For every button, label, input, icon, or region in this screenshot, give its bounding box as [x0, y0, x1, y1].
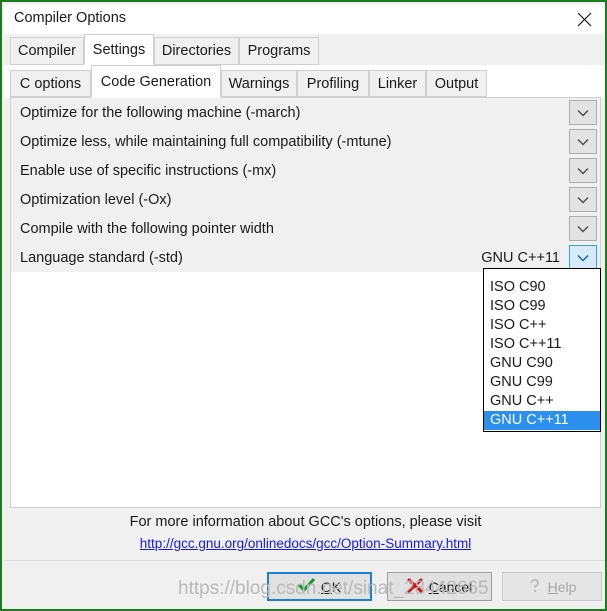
tab-label: Profiling [306, 75, 360, 92]
option-label: Optimize for the following machine (-mar… [20, 104, 301, 121]
dropdown-item[interactable]: GNU C++ [484, 392, 600, 411]
cancel-button[interactable]: Cancel [387, 572, 492, 601]
tab-programs[interactable]: Programs [239, 37, 319, 65]
tab-label: Directories [161, 43, 232, 59]
dropdown-item[interactable]: ISO C++ [484, 316, 600, 335]
option-row-mtune[interactable]: Optimize less, while maintaining full co… [11, 127, 600, 156]
outer-tab-strip: Compiler Settings Directories Programs [4, 34, 605, 65]
dropdown-item[interactable]: GNU C90 [484, 354, 600, 373]
window-title: Compiler Options [14, 10, 127, 26]
dialog-button-bar: OK Cancel Help [4, 560, 605, 609]
option-label: Compile with the following pointer width [20, 220, 274, 237]
tab-label: Compiler [18, 43, 77, 59]
tab-c-options[interactable]: C options [10, 70, 91, 97]
chevron-down-icon[interactable] [569, 187, 597, 212]
tab-label: Warnings [228, 75, 290, 92]
tab-settings[interactable]: Settings [84, 34, 154, 65]
tab-compiler[interactable]: Compiler [10, 37, 84, 65]
inner-tab-strip: C options Code Generation Warnings Profi… [4, 65, 605, 98]
dropdown-item-selected[interactable]: GNU C++11 [484, 411, 600, 430]
tab-label: Linker [377, 75, 418, 92]
tab-directories[interactable]: Directories [154, 37, 239, 65]
option-label: Enable use of specific instructions (-mx… [20, 162, 277, 179]
tab-label: Programs [247, 43, 311, 59]
gcc-options-link[interactable]: http://gcc.gnu.org/onlinedocs/gcc/Option… [2, 536, 605, 551]
option-row-optimization-level[interactable]: Optimization level (-Ox) [11, 185, 600, 214]
info-text: For more information about GCC's options… [129, 514, 482, 530]
title-bar: Compiler Options [4, 4, 605, 34]
chevron-down-icon[interactable] [569, 158, 597, 183]
cancel-button-label: Cancel [428, 578, 473, 595]
red-x-icon [407, 578, 423, 596]
chevron-down-icon[interactable] [569, 100, 597, 125]
ok-button-label: OK [320, 578, 342, 595]
dropdown-item[interactable]: ISO C90 [484, 278, 600, 297]
chevron-down-icon[interactable] [569, 129, 597, 154]
question-mark-icon [528, 578, 542, 596]
option-row-march[interactable]: Optimize for the following machine (-mar… [11, 98, 600, 127]
help-button-label: Help [547, 578, 577, 595]
tab-warnings[interactable]: Warnings [221, 70, 297, 97]
option-value: GNU C++11 [481, 249, 560, 266]
option-row-mx[interactable]: Enable use of specific instructions (-mx… [11, 156, 600, 185]
chevron-down-icon[interactable] [569, 216, 597, 241]
tab-output[interactable]: Output [426, 70, 487, 97]
chevron-down-icon[interactable] [569, 245, 597, 270]
language-standard-dropdown[interactable]: ISO C90 ISO C99 ISO C++ ISO C++11 GNU C9… [483, 268, 601, 432]
tab-label: C options [19, 75, 82, 92]
option-list: Optimize for the following machine (-mar… [11, 98, 600, 272]
close-icon[interactable] [561, 4, 605, 34]
tab-profiling[interactable]: Profiling [297, 70, 369, 97]
dropdown-item[interactable]: GNU C99 [484, 373, 600, 392]
ok-button[interactable]: OK [267, 572, 372, 601]
option-label: Language standard (-std) [20, 249, 183, 266]
tab-label: Settings [92, 41, 146, 58]
checkmark-icon [297, 577, 315, 595]
compiler-options-dialog: Compiler Options Compiler Settings Direc… [0, 0, 607, 611]
option-label: Optimization level (-Ox) [20, 191, 172, 208]
dropdown-item[interactable]: ISO C++11 [484, 335, 600, 354]
tab-label: Code Generation [100, 73, 212, 90]
tab-code-generation[interactable]: Code Generation [91, 65, 221, 98]
option-label: Optimize less, while maintaining full co… [20, 133, 392, 150]
dropdown-item[interactable]: ISO C99 [484, 297, 600, 316]
option-row-pointer-width[interactable]: Compile with the following pointer width [11, 214, 600, 243]
tab-label: Output [434, 75, 479, 92]
help-button[interactable]: Help [502, 572, 602, 601]
tab-linker[interactable]: Linker [369, 70, 426, 97]
